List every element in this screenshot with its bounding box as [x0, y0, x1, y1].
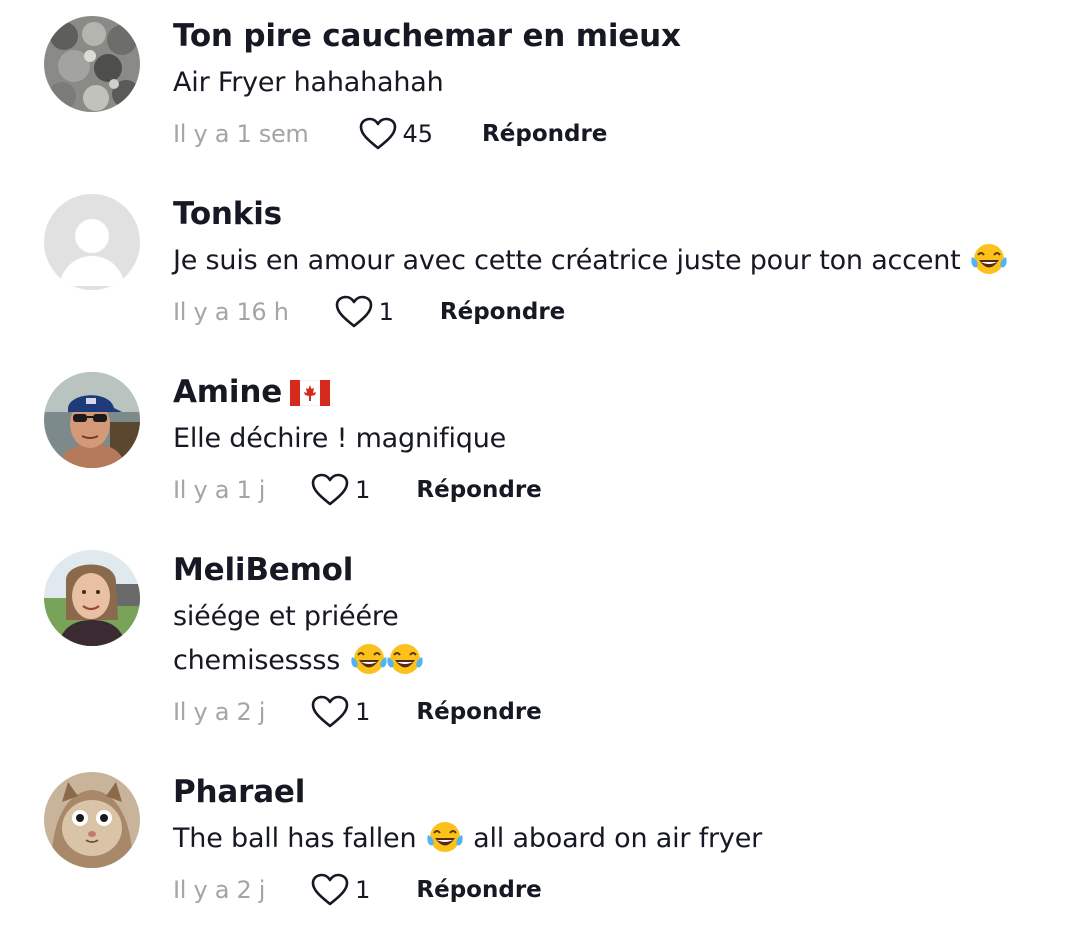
- face-with-tears-of-joy-icon: [971, 244, 1007, 274]
- comment-meta: Il y a 1 j 1 Répondre: [173, 468, 1068, 512]
- avatar[interactable]: [44, 372, 140, 468]
- like-button[interactable]: 1: [311, 873, 370, 907]
- like-count: 45: [402, 120, 434, 148]
- username[interactable]: Amine: [173, 372, 1068, 412]
- username[interactable]: Pharael: [173, 772, 1068, 812]
- like-button[interactable]: 1: [311, 695, 370, 729]
- username[interactable]: Ton pire cauchemar en mieux: [173, 16, 1068, 56]
- comment-text: The ball has fallen all aboard on air fr…: [173, 817, 1068, 861]
- comment-meta: Il y a 1 sem 45 Répondre: [173, 112, 1068, 156]
- like-count: 1: [378, 298, 394, 326]
- timestamp: Il y a 1 j: [173, 476, 266, 504]
- timestamp: Il y a 2 j: [173, 698, 266, 726]
- face-with-tears-of-joy-icon: [386, 644, 423, 674]
- reply-button[interactable]: Répondre: [416, 699, 541, 725]
- face-with-tears-of-joy-icon: [427, 822, 463, 852]
- comment-meta: Il y a 2 j 1 Répondre: [173, 690, 1068, 734]
- username[interactable]: Tonkis: [173, 194, 1068, 234]
- avatar[interactable]: [44, 772, 140, 868]
- heart-icon: [359, 117, 396, 150]
- heart-icon: [311, 873, 349, 906]
- avatar[interactable]: [44, 16, 140, 112]
- reply-button[interactable]: Répondre: [440, 299, 565, 325]
- comment-meta: Il y a 2 j 1 Répondre: [173, 868, 1068, 912]
- reply-button[interactable]: Répondre: [416, 477, 541, 503]
- avatar[interactable]: [44, 194, 140, 290]
- canada-flag-icon: [290, 380, 331, 406]
- avatar[interactable]: [44, 550, 140, 646]
- timestamp: Il y a 2 j: [173, 876, 266, 904]
- like-button[interactable]: 45: [359, 117, 434, 151]
- timestamp: Il y a 16 h: [173, 298, 289, 326]
- like-button[interactable]: 1: [335, 295, 394, 329]
- comment-text: siéége et priéére chemisessss: [173, 595, 1068, 683]
- comment-line: siéége et priéére: [173, 601, 399, 632]
- reply-button[interactable]: Répondre: [482, 121, 607, 147]
- like-count: 1: [355, 476, 371, 504]
- reply-button[interactable]: Répondre: [416, 877, 541, 903]
- comment-meta: Il y a 16 h 1 Répondre: [173, 290, 1068, 334]
- like-count: 1: [355, 698, 371, 726]
- face-with-tears-of-joy-icon: [350, 644, 387, 674]
- comment-line: chemisessss: [173, 639, 1068, 683]
- heart-icon: [335, 295, 372, 328]
- like-count: 1: [355, 876, 371, 904]
- like-button[interactable]: 1: [311, 473, 370, 507]
- heart-icon: [311, 473, 349, 506]
- comment-text: Air Fryer hahahahah: [173, 67, 444, 98]
- comment-text: Je suis en amour avec cette créatrice ju…: [173, 239, 1068, 283]
- heart-icon: [311, 695, 349, 728]
- comment-text: Elle déchire ! magnifique: [173, 423, 507, 454]
- timestamp: Il y a 1 sem: [173, 120, 309, 148]
- username[interactable]: MeliBemol: [173, 550, 1068, 590]
